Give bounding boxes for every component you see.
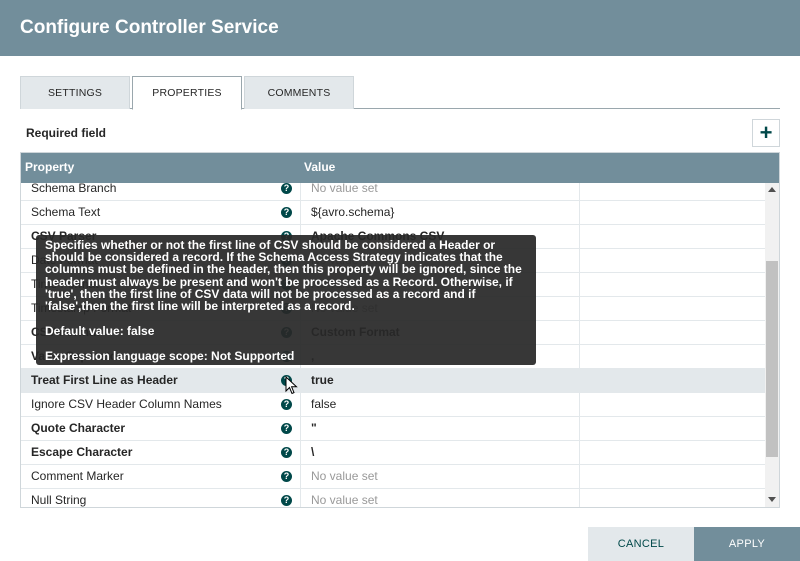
tab-properties[interactable]: PROPERTIES (132, 76, 242, 110)
tab-bar: SETTINGS PROPERTIES COMMENTS (20, 76, 780, 110)
property-value[interactable]: \ (311, 441, 571, 464)
column-divider (300, 201, 301, 225)
help-icon[interactable]: ? (281, 447, 292, 458)
column-divider (579, 465, 580, 489)
column-divider (579, 417, 580, 441)
property-name: Null String (31, 493, 87, 507)
table-row[interactable]: Comment Marker? No value set (21, 465, 765, 489)
column-divider (300, 183, 301, 201)
column-divider (579, 369, 580, 393)
dialog-footer: CANCEL APPLY (0, 527, 800, 561)
column-divider (579, 489, 580, 507)
help-icon[interactable]: ? (281, 183, 292, 194)
property-value[interactable]: No value set (311, 465, 571, 488)
scroll-up-arrow-icon[interactable] (768, 187, 776, 192)
property-name: Comment Marker (31, 469, 124, 483)
required-field-label: Required field (26, 126, 107, 140)
apply-button[interactable]: APPLY (694, 527, 800, 561)
tooltip-expression-scope: Expression language scope: Not Supported (45, 349, 295, 364)
table-row[interactable]: Treat First Line as Header?true (21, 369, 765, 393)
property-help-tooltip: Specifies whether or not the first line … (36, 235, 536, 365)
configure-controller-service-dialog: Configure Controller Service SETTINGS PR… (0, 0, 800, 561)
column-divider (300, 393, 301, 417)
grid-scrollbar[interactable] (765, 183, 779, 507)
plus-icon: + (759, 120, 773, 145)
column-header-value[interactable]: Value (304, 153, 335, 183)
scrollbar-thumb[interactable] (766, 261, 778, 457)
column-divider (579, 183, 580, 201)
column-divider (579, 273, 580, 297)
property-name: Escape Character (31, 445, 133, 459)
help-icon[interactable]: ? (281, 423, 292, 434)
property-value[interactable]: ${avro.schema} (311, 201, 571, 224)
cancel-button[interactable]: CANCEL (588, 527, 694, 561)
property-name: Schema Text (31, 205, 101, 219)
property-value[interactable]: No value set (311, 489, 571, 507)
column-divider (579, 441, 580, 465)
column-divider (579, 393, 580, 417)
help-icon[interactable]: ? (281, 471, 292, 482)
property-value[interactable]: No value set (311, 183, 571, 200)
grid-header: Property Value (21, 153, 779, 183)
column-divider (300, 465, 301, 489)
help-icon[interactable]: ? (281, 495, 292, 506)
property-value[interactable]: true (311, 369, 571, 392)
help-icon[interactable]: ? (281, 399, 292, 410)
table-row[interactable]: Null String? No value set (21, 489, 765, 507)
property-value[interactable]: false (311, 393, 571, 416)
table-row[interactable]: Quote Character? " (21, 417, 765, 441)
dialog-title: Configure Controller Service (20, 17, 279, 38)
column-divider (579, 201, 580, 225)
dialog-header: Configure Controller Service (0, 0, 800, 56)
tab-settings[interactable]: SETTINGS (20, 76, 130, 109)
property-name: Treat First Line as Header (31, 373, 178, 387)
column-divider (579, 225, 580, 249)
property-name: Schema Branch (31, 183, 117, 195)
column-divider (579, 249, 580, 273)
tab-comments[interactable]: COMMENTS (244, 76, 354, 109)
table-row[interactable]: Ignore CSV Header Column Names? false (21, 393, 765, 417)
property-name: Ignore CSV Header Column Names (31, 397, 222, 411)
add-property-button[interactable]: + (752, 119, 780, 147)
column-divider (300, 441, 301, 465)
property-name: Quote Character (31, 421, 126, 435)
column-divider (300, 489, 301, 507)
tooltip-description: Specifies whether or not the first line … (45, 238, 522, 314)
column-divider (579, 297, 580, 321)
column-divider (300, 417, 301, 441)
help-icon[interactable]: ? (281, 207, 292, 218)
pointer-cursor-icon (285, 376, 298, 395)
table-row[interactable]: Schema Branch? No value set (21, 183, 765, 201)
column-divider (579, 321, 580, 345)
tooltip-default-value: Default value: false (45, 324, 155, 339)
column-divider (579, 345, 580, 369)
table-row[interactable]: Schema Text? ${avro.schema} (21, 201, 765, 225)
table-row[interactable]: Escape Character? \ (21, 441, 765, 465)
column-header-property[interactable]: Property (25, 153, 74, 183)
scroll-down-arrow-icon[interactable] (768, 497, 776, 502)
property-value[interactable]: " (311, 417, 571, 440)
column-divider (300, 369, 301, 393)
